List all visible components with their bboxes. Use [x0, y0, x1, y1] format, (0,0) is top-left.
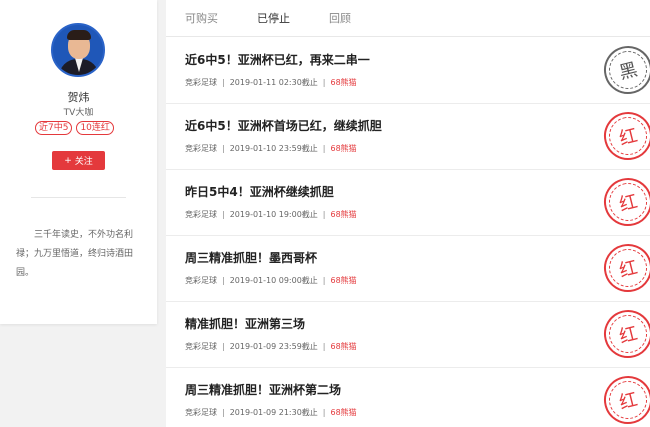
record-badge: 近7中5: [35, 121, 73, 135]
article-deadline: 2019-01-10 19:00截止: [229, 210, 318, 219]
article-price: 68熊猫: [330, 210, 357, 219]
avatar-hair: [67, 30, 91, 40]
article-deadline: 2019-01-11 02:30截止: [229, 78, 318, 87]
article-category: 竞彩足球: [185, 276, 217, 285]
article-category: 竞彩足球: [185, 78, 217, 87]
profile-divider: [31, 197, 126, 198]
follow-button[interactable]: + 关注: [52, 151, 105, 170]
article-meta: 竞彩足球 | 2019-01-09 23:59截止 | 68熊猫: [185, 342, 357, 351]
result-stamp-icon: 红: [598, 106, 650, 166]
result-stamp-icon: 红: [598, 238, 650, 298]
article-meta: 竞彩足球 | 2019-01-10 09:00截止 | 68熊猫: [185, 276, 357, 285]
result-stamp-icon: 红: [598, 370, 650, 427]
author-profile-card: 贺炜 TV大咖 近7中5 10连红 + 关注 三千年读史，不外功名利禄；九万里悟…: [0, 0, 157, 324]
article-title[interactable]: 昨日5中4！亚洲杯继续抓胆: [185, 183, 334, 200]
result-stamp-icon: 黑: [598, 40, 650, 100]
article-title[interactable]: 周三精准抓胆！墨西哥杯: [185, 249, 317, 266]
author-title: TV大咖: [63, 108, 94, 118]
list-item[interactable]: 昨日5中4！亚洲杯继续抓胆 竞彩足球 | 2019-01-10 19:00截止 | 68…: [166, 170, 650, 236]
article-deadline: 2019-01-10 09:00截止: [229, 276, 318, 285]
article-meta: 竞彩足球 | 2019-01-09 21:30截止 | 68熊猫: [185, 408, 357, 417]
article-meta: 竞彩足球 | 2019-01-11 02:30截止 | 68熊猫: [185, 78, 357, 87]
article-price: 68熊猫: [330, 144, 357, 153]
article-price: 68熊猫: [330, 78, 357, 87]
article-deadline: 2019-01-09 23:59截止: [229, 342, 318, 351]
result-stamp-icon: 红: [598, 172, 650, 232]
article-category: 竞彩足球: [185, 144, 217, 153]
article-title[interactable]: 周三精准抓胆！亚洲杯第二场: [185, 381, 341, 398]
article-meta: 竞彩足球 | 2019-01-10 19:00截止 | 68熊猫: [185, 210, 357, 219]
list-item[interactable]: 周三精准抓胆！亚洲杯第二场 竞彩足球 | 2019-01-09 21:30截止 | 68…: [166, 368, 650, 427]
author-name: 贺炜: [67, 91, 90, 104]
article-title[interactable]: 近6中5！亚洲杯已红，再来二串一: [185, 51, 370, 68]
list-item[interactable]: 精准抓胆！亚洲第三场 竞彩足球 | 2019-01-09 23:59截止 | 68熊猫 …: [166, 302, 650, 368]
article-meta: 竞彩足球 | 2019-01-10 23:59截止 | 68熊猫: [185, 144, 357, 153]
article-price: 68熊猫: [330, 342, 357, 351]
avatar[interactable]: [51, 23, 105, 77]
author-badges: 近7中5 10连红: [35, 121, 114, 135]
article-category: 竞彩足球: [185, 210, 217, 219]
article-category: 竞彩足球: [185, 408, 217, 417]
status-tabs: 可购买 已停止 回顾: [166, 0, 650, 37]
tab-review[interactable]: 回顾: [329, 10, 351, 26]
article-deadline: 2019-01-10 23:59截止: [229, 144, 318, 153]
plus-icon: +: [64, 155, 72, 166]
article-category: 竞彩足球: [185, 342, 217, 351]
list-item[interactable]: 近6中5！亚洲杯首场已红，继续抓胆 竞彩足球 | 2019-01-10 23:59截…: [166, 104, 650, 170]
article-price: 68熊猫: [330, 276, 357, 285]
list-item[interactable]: 周三精准抓胆！墨西哥杯 竞彩足球 | 2019-01-10 09:00截止 | 68熊猫…: [166, 236, 650, 302]
tab-stopped[interactable]: 已停止: [257, 10, 290, 26]
tab-available[interactable]: 可购买: [185, 10, 218, 26]
streak-badge: 10连红: [76, 121, 114, 135]
article-title[interactable]: 精准抓胆！亚洲第三场: [185, 315, 305, 332]
article-list-panel: 可购买 已停止 回顾 近6中5！亚洲杯已红，再来二串一 竞彩足球 | 2019-01…: [166, 0, 650, 427]
article-title[interactable]: 近6中5！亚洲杯首场已红，继续抓胆: [185, 117, 382, 134]
author-bio: 三千年读史，不外功名利禄；九万里悟道，终归诗酒田园。: [16, 230, 134, 278]
article-price: 68熊猫: [330, 408, 357, 417]
result-stamp-icon: 红: [598, 304, 650, 364]
follow-label: 关注: [74, 157, 93, 167]
article-deadline: 2019-01-09 21:30截止: [229, 408, 318, 417]
list-item[interactable]: 近6中5！亚洲杯已红，再来二串一 竞彩足球 | 2019-01-11 02:30截止…: [166, 38, 650, 104]
